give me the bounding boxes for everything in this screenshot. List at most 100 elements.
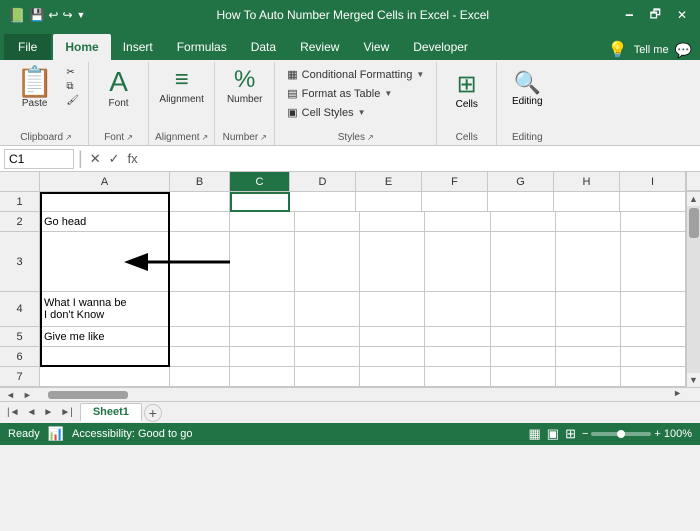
cell-e5[interactable]	[360, 327, 425, 347]
sheet-tab-1[interactable]: Sheet1	[80, 403, 142, 422]
tell-me-input[interactable]: Tell me	[628, 44, 675, 56]
confirm-formula-icon[interactable]: ✓	[106, 151, 123, 167]
cell-f1[interactable]	[422, 192, 488, 212]
cell-f6[interactable]	[425, 347, 490, 367]
cell-f3[interactable]	[425, 232, 490, 292]
cell-e3[interactable]	[360, 232, 425, 292]
cell-a7[interactable]	[40, 367, 170, 387]
tab-developer[interactable]: Developer	[401, 34, 480, 60]
cell-styles-dropdown[interactable]: ▼	[358, 108, 366, 117]
cell-g3[interactable]	[491, 232, 556, 292]
insert-function-icon[interactable]: fx	[125, 151, 141, 166]
normal-view-icon[interactable]: ▣	[547, 426, 559, 442]
col-header-i[interactable]: I	[620, 172, 686, 191]
cell-h1[interactable]	[554, 192, 620, 212]
row-num-6[interactable]: 6	[0, 347, 40, 367]
number-button[interactable]: % Number	[223, 66, 267, 107]
help-icon[interactable]: 💡	[608, 40, 628, 60]
tab-review[interactable]: Review	[288, 34, 351, 60]
col-header-h[interactable]: H	[554, 172, 620, 191]
styles-expand-icon[interactable]: ↗	[367, 133, 374, 142]
scroll-thumb[interactable]	[689, 208, 699, 238]
cell-c7[interactable]	[230, 367, 295, 387]
h-scroll-right[interactable]: ►	[19, 390, 36, 400]
cell-styles-button[interactable]: ▣ Cell Styles ▼	[281, 104, 430, 121]
cell-d6[interactable]	[295, 347, 360, 367]
cell-b3[interactable]	[170, 232, 230, 292]
tab-view[interactable]: View	[351, 34, 401, 60]
quick-access-save[interactable]: 💾	[29, 8, 44, 22]
col-header-b[interactable]: B	[170, 172, 230, 191]
format-table-dropdown[interactable]: ▼	[384, 89, 392, 98]
share-icon[interactable]: 💬	[675, 42, 692, 59]
row-num-4[interactable]: 4	[0, 292, 40, 327]
cell-f7[interactable]	[425, 367, 490, 387]
cell-i2[interactable]	[621, 212, 686, 232]
vertical-scrollbar[interactable]: ▲ ▼	[686, 192, 700, 387]
status-cell-mode-icon[interactable]: 📊	[48, 426, 64, 442]
cell-c1[interactable]	[230, 192, 290, 212]
cell-h4[interactable]	[556, 292, 621, 327]
tab-file[interactable]: File	[4, 34, 51, 60]
cells-button[interactable]: ⊞ Cells	[448, 66, 486, 114]
cell-e4[interactable]	[360, 292, 425, 327]
cell-d3[interactable]	[295, 232, 360, 292]
sheet-nav-first[interactable]: |◄	[4, 406, 23, 419]
cell-f5[interactable]	[425, 327, 490, 347]
page-break-icon[interactable]: ⊞	[565, 426, 576, 442]
tab-home[interactable]: Home	[53, 34, 110, 60]
cell-b6[interactable]	[170, 347, 230, 367]
cell-h2[interactable]	[556, 212, 621, 232]
name-box[interactable]: C1	[4, 149, 74, 169]
cell-d1[interactable]	[290, 192, 356, 212]
cell-g4[interactable]	[491, 292, 556, 327]
close-button[interactable]: ✕	[672, 6, 692, 24]
row-num-5[interactable]: 5	[0, 327, 40, 347]
cell-b7[interactable]	[170, 367, 230, 387]
row-num-7[interactable]: 7	[0, 367, 40, 387]
cancel-formula-icon[interactable]: ✕	[87, 151, 104, 167]
col-header-f[interactable]: F	[422, 172, 488, 191]
cell-i4[interactable]	[621, 292, 686, 327]
row-num-3[interactable]: 3	[0, 232, 40, 292]
cell-a5[interactable]: Give me like	[40, 327, 170, 347]
number-expand-icon[interactable]: ↗	[260, 133, 267, 142]
cell-i6[interactable]	[621, 347, 686, 367]
cell-g6[interactable]	[491, 347, 556, 367]
cell-d7[interactable]	[295, 367, 360, 387]
cell-i7[interactable]	[621, 367, 686, 387]
cell-i3[interactable]	[621, 232, 686, 292]
cell-g2[interactable]	[491, 212, 556, 232]
cell-g5[interactable]	[491, 327, 556, 347]
cell-i5[interactable]	[621, 327, 686, 347]
cell-e6[interactable]	[360, 347, 425, 367]
col-header-g[interactable]: G	[488, 172, 554, 191]
cell-f2[interactable]	[425, 212, 490, 232]
cell-h5[interactable]	[556, 327, 621, 347]
cell-e2[interactable]	[360, 212, 425, 232]
sheet-nav-next[interactable]: ►	[40, 406, 56, 419]
quick-access-dropdown[interactable]: ▼	[77, 10, 86, 20]
cell-b2[interactable]	[170, 212, 230, 232]
cell-e7[interactable]	[360, 367, 425, 387]
add-sheet-button[interactable]: +	[144, 404, 162, 422]
cut-button[interactable]: ✂	[63, 66, 82, 79]
quick-access-redo[interactable]: ↪	[62, 8, 72, 22]
tab-insert[interactable]: Insert	[111, 34, 165, 60]
cell-d2[interactable]	[295, 212, 360, 232]
formula-input[interactable]	[145, 152, 696, 166]
quick-access-undo[interactable]: ↩	[48, 8, 58, 22]
paste-button[interactable]: 📋 Paste	[10, 66, 59, 111]
cell-a2[interactable]: Go head	[40, 212, 170, 232]
cell-a3[interactable]	[40, 232, 170, 292]
zoom-in-icon[interactable]: +	[654, 428, 660, 440]
col-header-a[interactable]: A	[40, 172, 170, 191]
tab-formulas[interactable]: Formulas	[165, 34, 239, 60]
h-scroll-left[interactable]: ◄	[2, 390, 19, 400]
font-expand-icon[interactable]: ↗	[126, 133, 133, 142]
cell-g1[interactable]	[488, 192, 554, 212]
format-as-table-button[interactable]: ▤ Format as Table ▼	[281, 85, 430, 102]
cell-b4[interactable]	[170, 292, 230, 327]
cell-i1[interactable]	[620, 192, 686, 212]
maximize-button[interactable]: 🗗	[645, 3, 666, 28]
